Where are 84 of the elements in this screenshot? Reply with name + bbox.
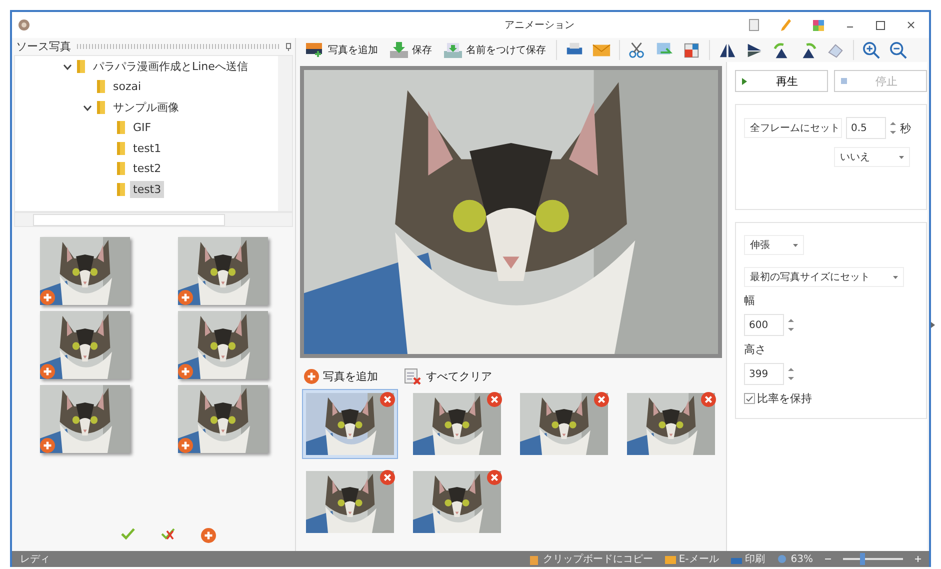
remove-icon[interactable]: [594, 392, 609, 407]
vertical-scrollbar[interactable]: [278, 56, 292, 211]
width-label: 幅: [744, 293, 756, 308]
apply-dropdown[interactable]: 全フレームにセット: [744, 118, 842, 138]
keep-ratio-checkbox[interactable]: 比率を保持: [744, 391, 918, 406]
tree-item[interactable]: GIF: [130, 119, 154, 136]
add-icon[interactable]: [40, 438, 54, 453]
stop-icon: [841, 78, 847, 84]
folder-icon: [117, 121, 125, 134]
image-add-icon: [306, 43, 324, 57]
close-icon[interactable]: [907, 21, 915, 29]
status-text: レディ: [20, 553, 51, 566]
status-item[interactable]: E-メール: [664, 552, 719, 566]
check-icon[interactable]: [121, 528, 135, 540]
plus-icon[interactable]: [915, 556, 921, 562]
add-icon[interactable]: [40, 364, 54, 379]
add-photo-button[interactable]: 写真を追加: [304, 368, 378, 385]
tree-item[interactable]: サンプル画像: [110, 98, 182, 117]
folder-icon: [117, 142, 125, 155]
remove-icon[interactable]: [487, 470, 502, 485]
toolbar-button[interactable]: 名前をつけて保存: [442, 42, 548, 58]
toolbar-button[interactable]: 写真を追加: [304, 43, 380, 57]
download-icon: [390, 42, 408, 58]
folder-icon: [117, 182, 125, 196]
maximize-icon[interactable]: [876, 20, 885, 30]
resize-icon[interactable]: [682, 40, 701, 60]
loop-dropdown[interactable]: いいえ: [834, 147, 910, 167]
palette-icon[interactable]: [813, 20, 824, 30]
add-icon[interactable]: [178, 364, 192, 379]
folder-icon: [97, 80, 105, 94]
add-icon[interactable]: [178, 290, 192, 305]
uncheck-icon[interactable]: [161, 528, 175, 540]
tree-item[interactable]: test3: [130, 180, 164, 198]
delay-field[interactable]: 0.5: [846, 117, 886, 139]
folder-icon: [77, 60, 85, 73]
tree-item[interactable]: test2: [130, 160, 164, 178]
height-label: 高さ: [744, 342, 767, 357]
height-field[interactable]: 399: [744, 363, 784, 385]
folder-icon: [97, 100, 105, 114]
scissors-icon[interactable]: [628, 40, 647, 60]
remove-icon[interactable]: [380, 392, 395, 407]
remove-icon[interactable]: [701, 392, 716, 407]
zoom-in-icon[interactable]: [862, 40, 881, 60]
clear-list-icon: [404, 368, 422, 385]
add-icon[interactable]: [178, 438, 192, 453]
expand-arrow-icon[interactable]: [931, 322, 935, 328]
status-item[interactable]: クリップボードにコピー: [528, 552, 653, 566]
dropdown-arrow-icon: [893, 276, 898, 278]
pin-icon[interactable]: [286, 42, 291, 50]
window-title: アニメーション: [504, 19, 576, 32]
play-icon: [742, 78, 747, 84]
dropdown-arrow-icon: [793, 244, 798, 246]
clear-all-button[interactable]: すべてクリア: [404, 368, 492, 385]
tree-item[interactable]: sozai: [110, 78, 144, 96]
spinner-arrows-icon[interactable]: [788, 367, 794, 381]
status-item[interactable]: 63%: [776, 554, 813, 564]
status-item[interactable]: 印刷: [730, 552, 765, 566]
download-icon: [444, 42, 462, 58]
toolbar-button[interactable]: 保存: [388, 42, 434, 58]
panel-title: ソース写真: [16, 39, 71, 54]
magnifier-icon: [776, 554, 788, 564]
remove-icon[interactable]: [487, 392, 502, 407]
envelope-icon: [664, 554, 676, 564]
plus-icon: [304, 369, 319, 384]
clipboard-icon: [528, 554, 540, 564]
app-icon: [18, 19, 30, 31]
tree-item[interactable]: test1: [130, 140, 164, 157]
resize-mode-dropdown[interactable]: 伸張: [744, 235, 804, 255]
spinner-arrows-icon[interactable]: [788, 318, 794, 332]
checkmark-icon: [746, 396, 753, 402]
dropdown-arrow-icon: [899, 156, 904, 158]
play-button[interactable]: 再生: [735, 70, 828, 92]
add-icon[interactable]: [40, 290, 54, 305]
unit-label: 秒: [900, 120, 911, 136]
folder-icon: [117, 162, 125, 176]
add-icon[interactable]: [201, 528, 216, 543]
size-preset-dropdown[interactable]: 最初の写真サイズにセット: [744, 267, 904, 287]
zoom-out-icon[interactable]: [889, 40, 908, 60]
spinner-arrows-icon[interactable]: [890, 121, 896, 135]
tree-item[interactable]: パラパラ漫画作成とLineへ送信: [90, 56, 251, 76]
width-field[interactable]: 600: [744, 314, 784, 336]
horizontal-scrollbar[interactable]: [14, 212, 293, 227]
remove-icon[interactable]: [380, 470, 395, 485]
minus-icon[interactable]: [825, 556, 831, 562]
